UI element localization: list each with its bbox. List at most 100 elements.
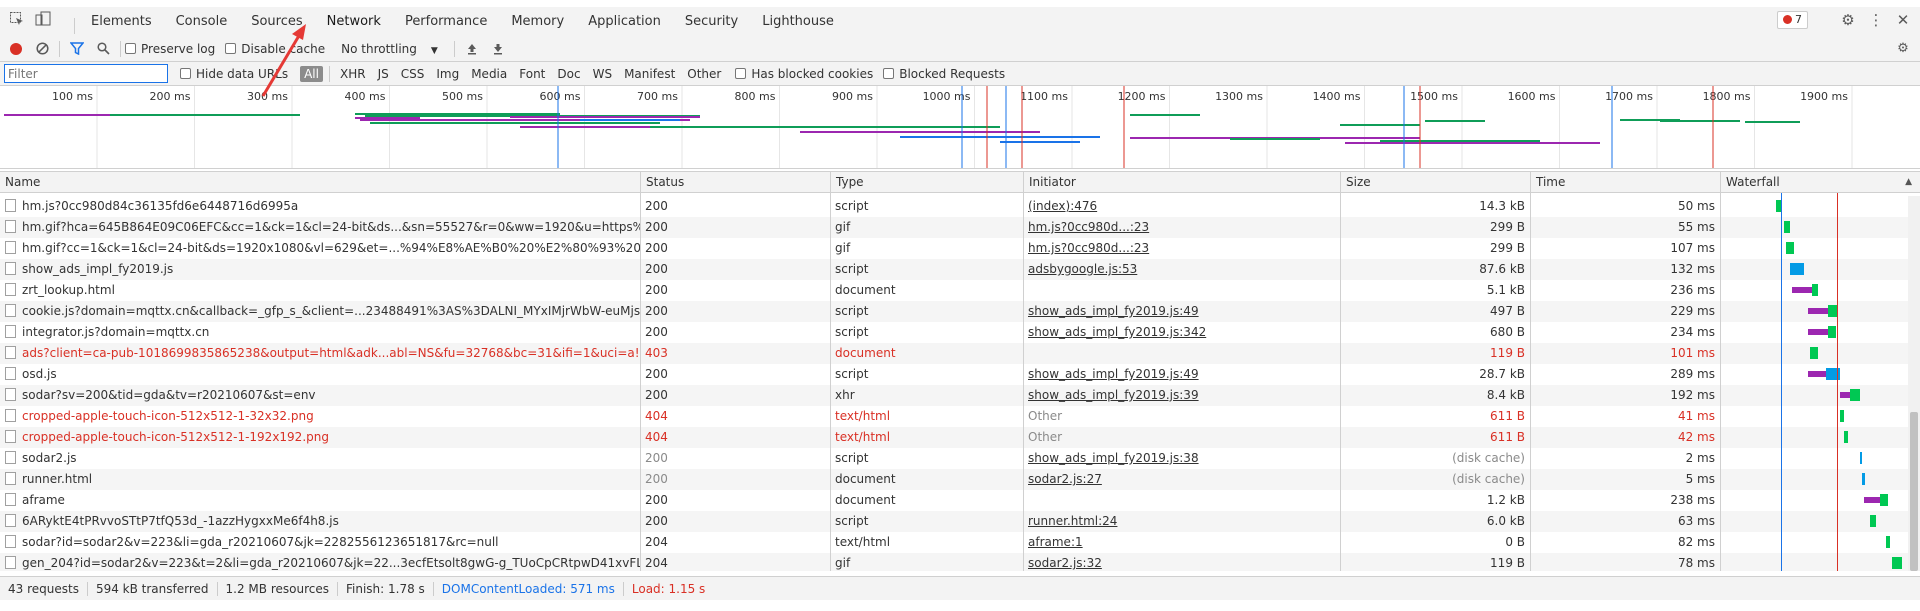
settings-icon[interactable]: ⚙ bbox=[1838, 10, 1858, 30]
checkbox-box[interactable] bbox=[735, 68, 747, 79]
initiator-link[interactable]: (index):476 bbox=[1028, 199, 1097, 213]
table-row[interactable]: hm.js?0cc980d84c36135fd6e6448716d6995a 20… bbox=[0, 196, 1920, 217]
initiator-link[interactable]: adsbygoogle.js:53 bbox=[1028, 262, 1137, 276]
filter-type-font[interactable]: Font bbox=[515, 66, 549, 82]
initiator-link[interactable]: runner.html:24 bbox=[1028, 514, 1117, 528]
cell-status: 404 bbox=[645, 409, 668, 423]
filter-type-doc[interactable]: Doc bbox=[553, 66, 584, 82]
filter-type-ws[interactable]: WS bbox=[589, 66, 616, 82]
cell-name[interactable]: runner.html bbox=[0, 469, 640, 490]
filter-type-manifest[interactable]: Manifest bbox=[620, 66, 679, 82]
column-header-type[interactable]: Type bbox=[830, 172, 1023, 193]
table-row[interactable]: runner.html 200 document sodar2.js:27 (disk … bbox=[0, 469, 1920, 490]
cell-name[interactable]: aframe bbox=[0, 490, 640, 511]
initiator-link[interactable]: hm.js?0cc980d...:23 bbox=[1028, 220, 1149, 234]
has-blocked-cookies-checkbox[interactable]: Has blocked cookies bbox=[735, 67, 873, 81]
request-list-scrollbar[interactable] bbox=[1908, 196, 1920, 571]
column-header-time[interactable]: Time bbox=[1530, 172, 1720, 193]
table-row[interactable]: show_ads_impl_fy2019.js 200 script adsbygoo… bbox=[0, 259, 1920, 280]
table-row[interactable]: sodar?sv=200&tid=gda&tv=r20210607&st=env… bbox=[0, 385, 1920, 406]
cell-time: 236 ms bbox=[1670, 283, 1715, 297]
filter-type-js[interactable]: JS bbox=[374, 66, 393, 82]
table-row[interactable]: cropped-apple-touch-icon-512x512-1-32x32… bbox=[0, 406, 1920, 427]
cell-name[interactable]: cookie.js?domain=mqttx.cn&callback=_gfp_… bbox=[0, 301, 640, 322]
table-row[interactable]: zrt_lookup.html 200 document 5.1 kB 236 ms bbox=[0, 280, 1920, 301]
throttling-select[interactable]: No throttling ▼ bbox=[341, 42, 438, 56]
blocked-requests-checkbox[interactable]: Blocked Requests bbox=[883, 67, 1005, 81]
cell-name[interactable]: hm.gif?hca=645B864E09C06EFC&cc=1&ck=1&cl… bbox=[0, 217, 640, 238]
column-header-waterfall[interactable]: Waterfall ▲ bbox=[1720, 172, 1920, 193]
filter-type-all[interactable]: All bbox=[300, 65, 323, 82]
import-har-icon[interactable] bbox=[459, 37, 485, 61]
cell-name[interactable]: show_ads_impl_fy2019.js bbox=[0, 259, 640, 280]
initiator-link[interactable]: show_ads_impl_fy2019.js:49 bbox=[1028, 304, 1199, 318]
checkbox-box[interactable] bbox=[180, 68, 191, 79]
search-icon[interactable] bbox=[90, 37, 116, 61]
filter-type-xhr[interactable]: XHR bbox=[336, 66, 370, 82]
filter-type-media[interactable]: Media bbox=[467, 66, 511, 82]
initiator-link[interactable]: aframe:1 bbox=[1028, 535, 1083, 549]
cell-name[interactable]: integrator.js?domain=mqttx.cn bbox=[0, 322, 640, 343]
table-row[interactable]: cookie.js?domain=mqttx.cn&callback=_gfp_… bbox=[0, 301, 1920, 322]
cell-name[interactable]: hm.gif?cc=1&ck=1&cl=24-bit&ds=1920x1080&… bbox=[0, 238, 640, 259]
disable-cache-checkbox[interactable]: Disable cache bbox=[225, 42, 325, 56]
initiator-link[interactable]: hm.js?0cc980d...:23 bbox=[1028, 241, 1149, 255]
cell-name[interactable]: gen_204?id=sodar2&v=223&t=2&li=gda_r2021… bbox=[0, 553, 640, 571]
table-row[interactable]: gen_204?id=sodar2&v=223&t=2&li=gda_r2021… bbox=[0, 553, 1920, 571]
column-header-size[interactable]: Size bbox=[1340, 172, 1530, 193]
filter-input[interactable] bbox=[4, 64, 168, 83]
cell-name[interactable]: 6ARyktE4tPRvvoSTtP7tfQ53d_-1azzHygxxMe6f… bbox=[0, 511, 640, 532]
filter-type-img[interactable]: Img bbox=[432, 66, 463, 82]
column-header-name[interactable]: Name bbox=[0, 172, 640, 193]
table-row[interactable]: ads?client=ca-pub-1018699835865238&outpu… bbox=[0, 343, 1920, 364]
cell-name[interactable]: zrt_lookup.html bbox=[0, 280, 640, 301]
network-overview-timeline[interactable]: 100 ms 200 ms 300 ms 400 ms 500 ms 600 ms 700 … bbox=[0, 86, 1920, 169]
table-row[interactable]: hm.gif?cc=1&ck=1&cl=24-bit&ds=1920x1080&… bbox=[0, 238, 1920, 259]
checkbox-box[interactable] bbox=[225, 43, 237, 54]
checkbox-box[interactable] bbox=[125, 43, 136, 54]
inspect-element-icon[interactable] bbox=[8, 11, 26, 29]
more-options-icon[interactable]: ⋮ bbox=[1866, 10, 1886, 30]
clear-icon[interactable] bbox=[29, 37, 55, 61]
preserve-log-checkbox[interactable]: Preserve log bbox=[125, 42, 215, 56]
network-settings-icon[interactable]: ⚙ bbox=[1890, 37, 1916, 61]
hide-data-urls-checkbox[interactable]: Hide data URLs bbox=[180, 67, 288, 81]
cell-name[interactable]: sodar?sv=200&tid=gda&tv=r20210607&st=env bbox=[0, 385, 640, 406]
table-row[interactable]: integrator.js?domain=mqttx.cn 200 script sh… bbox=[0, 322, 1920, 343]
table-row[interactable]: sodar?id=sodar2&v=223&li=gda_r20210607&j… bbox=[0, 532, 1920, 553]
cell-time: 5 ms bbox=[1685, 472, 1715, 486]
device-toolbar-icon[interactable] bbox=[34, 11, 52, 29]
checkbox-box[interactable] bbox=[883, 68, 895, 79]
toolbar-divider bbox=[120, 40, 121, 57]
cell-name[interactable]: cropped-apple-touch-icon-512x512-1-192x1… bbox=[0, 427, 640, 448]
close-icon[interactable]: ✕ bbox=[1893, 10, 1913, 30]
initiator-link[interactable]: show_ads_impl_fy2019.js:38 bbox=[1028, 451, 1199, 465]
column-header-status[interactable]: Status bbox=[640, 172, 830, 193]
initiator-link[interactable]: sodar2.js:27 bbox=[1028, 472, 1102, 486]
cell-name[interactable]: cropped-apple-touch-icon-512x512-1-32x32… bbox=[0, 406, 640, 427]
table-row[interactable]: cropped-apple-touch-icon-512x512-1-192x1… bbox=[0, 427, 1920, 448]
record-icon[interactable] bbox=[3, 37, 29, 61]
cell-name[interactable]: ads?client=ca-pub-1018699835865238&outpu… bbox=[0, 343, 640, 364]
filter-type-css[interactable]: CSS bbox=[397, 66, 429, 82]
cell-name[interactable]: osd.js bbox=[0, 364, 640, 385]
initiator-link[interactable]: show_ads_impl_fy2019.js:49 bbox=[1028, 367, 1199, 381]
error-count-badge[interactable]: 7 bbox=[1777, 11, 1808, 29]
scrollbar-thumb[interactable] bbox=[1910, 412, 1918, 571]
table-row[interactable]: osd.js 200 script show_ads_impl_fy2019.js:4… bbox=[0, 364, 1920, 385]
overview-tick-label: 400 ms bbox=[345, 90, 386, 103]
cell-name[interactable]: sodar2.js bbox=[0, 448, 640, 469]
filter-icon[interactable] bbox=[64, 37, 90, 61]
filter-type-other[interactable]: Other bbox=[683, 66, 725, 82]
table-row[interactable]: 6ARyktE4tPRvvoSTtP7tfQ53d_-1azzHygxxMe6f… bbox=[0, 511, 1920, 532]
export-har-icon[interactable] bbox=[485, 37, 511, 61]
initiator-link[interactable]: sodar2.js:32 bbox=[1028, 556, 1102, 570]
table-row[interactable]: aframe 200 document 1.2 kB 238 ms bbox=[0, 490, 1920, 511]
cell-name[interactable]: hm.js?0cc980d84c36135fd6e6448716d6995a bbox=[0, 196, 640, 217]
column-header-initiator[interactable]: Initiator bbox=[1023, 172, 1340, 193]
cell-name[interactable]: sodar?id=sodar2&v=223&li=gda_r20210607&j… bbox=[0, 532, 640, 553]
initiator-link[interactable]: show_ads_impl_fy2019.js:39 bbox=[1028, 388, 1199, 402]
initiator-link[interactable]: show_ads_impl_fy2019.js:342 bbox=[1028, 325, 1206, 339]
table-row[interactable]: hm.gif?hca=645B864E09C06EFC&cc=1&ck=1&cl… bbox=[0, 217, 1920, 238]
table-row[interactable]: sodar2.js 200 script show_ads_impl_fy2019.j… bbox=[0, 448, 1920, 469]
